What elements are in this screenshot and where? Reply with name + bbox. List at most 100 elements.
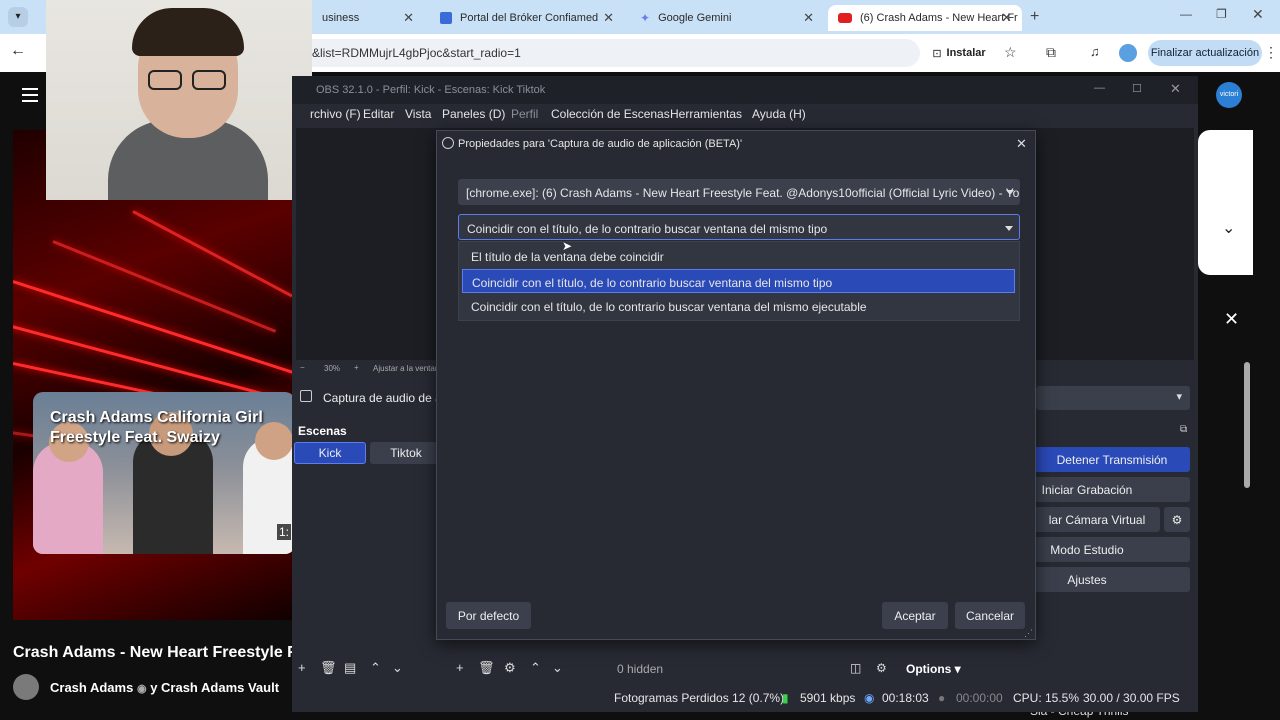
video-title: Crash Adams - New Heart Freestyle F bbox=[13, 644, 293, 661]
menu-coleccion[interactable]: Colección de Escenas bbox=[551, 107, 670, 121]
mouse-cursor-icon: ➤ bbox=[562, 239, 573, 253]
trash-icon[interactable]: 🗑 bbox=[320, 660, 337, 676]
tab-business[interactable]: usiness ✕ bbox=[312, 5, 424, 31]
stop-stream-button[interactable]: Detener Transmisión bbox=[1034, 447, 1190, 472]
new-tab-button[interactable]: + bbox=[1030, 8, 1039, 26]
close-icon[interactable]: ✕ bbox=[603, 10, 614, 26]
scenes-toolbar: + 🗑 ▤ ⌃ ⌄ bbox=[296, 660, 441, 680]
close-icon[interactable]: ✕ bbox=[403, 10, 414, 26]
move-down-icon[interactable]: ⌄ bbox=[392, 660, 403, 676]
channel-name[interactable]: Crash Adams ◉ y Crash Adams Vault bbox=[50, 680, 279, 695]
channel-avatar[interactable] bbox=[13, 674, 39, 700]
menu-vista[interactable]: Vista bbox=[405, 107, 431, 121]
back-icon[interactable]: ← bbox=[10, 42, 26, 60]
close-icon[interactable]: ✕ bbox=[1170, 81, 1181, 97]
move-up-icon[interactable]: ⌃ bbox=[530, 660, 541, 676]
menu-dots-icon[interactable]: ⋮ bbox=[1264, 44, 1278, 61]
option-match-same-type[interactable]: Coincidir con el título, de lo contrario… bbox=[462, 269, 1015, 293]
defaults-button[interactable]: Por defecto bbox=[446, 602, 531, 629]
update-button[interactable]: Finalizar actualización bbox=[1148, 40, 1262, 66]
minimize-icon[interactable]: — bbox=[1180, 7, 1192, 21]
menu-herramientas[interactable]: Herramientas bbox=[670, 107, 742, 121]
side-panel-card bbox=[1198, 130, 1253, 275]
dialog-title: Propiedades para 'Captura de audio de ap… bbox=[436, 130, 1036, 158]
accept-button[interactable]: Aceptar bbox=[882, 602, 948, 629]
trash-icon[interactable]: 🗑 bbox=[478, 660, 495, 676]
menu-perfil[interactable]: Perfil bbox=[511, 107, 538, 121]
thumbnail-duration: 1: bbox=[277, 524, 292, 540]
option-title-must-match[interactable]: El título de la ventana debe coincidir bbox=[462, 244, 1015, 268]
hamburger-menu-icon[interactable] bbox=[22, 88, 38, 102]
dropped-frames: Fotogramas Perdidos 12 (0.7%) bbox=[614, 691, 785, 705]
virtual-camera-button[interactable]: lar Cámara Virtual bbox=[1034, 507, 1160, 532]
match-priority-select[interactable]: Coincidir con el título, de lo contrario… bbox=[458, 214, 1020, 240]
settings-icon[interactable]: ⚙ bbox=[504, 660, 516, 676]
dialog-close-icon[interactable]: ✕ bbox=[1016, 136, 1027, 152]
scene-tiktok[interactable]: Tiktok bbox=[370, 442, 442, 464]
menu-editar[interactable]: Editar bbox=[363, 107, 394, 121]
tab-youtube[interactable]: (6) Crash Adams - New Heart Fr ✕ bbox=[828, 5, 1022, 31]
hidden-count: 0 hidden bbox=[617, 662, 664, 676]
mixer-settings-icon[interactable]: ⚙ bbox=[876, 661, 887, 675]
source-toolbar: Captura de audio de a bbox=[296, 386, 442, 410]
webcam-overlay bbox=[46, 0, 312, 200]
chevron-down-icon bbox=[1005, 226, 1013, 231]
float-dock-icon[interactable]: ⧉ bbox=[1180, 424, 1187, 435]
tab-search-button[interactable]: ▾ bbox=[8, 7, 28, 27]
move-down-icon[interactable]: ⌄ bbox=[552, 660, 563, 676]
side-panel-close-icon[interactable]: ✕ bbox=[1224, 309, 1239, 330]
properties-dialog bbox=[436, 130, 1036, 640]
window-select[interactable]: [chrome.exe]: (6) Crash Adams - New Hear… bbox=[458, 179, 1020, 205]
tab-confiamed[interactable]: Portal del Bróker Confiamed ✕ bbox=[430, 5, 624, 31]
site-icon bbox=[440, 12, 452, 24]
window-close-icon[interactable]: ✕ bbox=[1252, 6, 1264, 23]
option-match-same-executable[interactable]: Coincidir con el título, de lo contrario… bbox=[462, 294, 1015, 318]
address-bar[interactable]: &list=RDMMujrL4gbPjoc&start_radio=1 bbox=[300, 39, 920, 67]
scrollbar[interactable] bbox=[1244, 362, 1250, 488]
scenes-dock-header: Escenas bbox=[298, 424, 347, 438]
close-icon[interactable]: ✕ bbox=[1001, 10, 1012, 26]
zoom-out-button[interactable]: − bbox=[300, 363, 305, 372]
minimize-icon[interactable]: — bbox=[1094, 82, 1105, 94]
maximize-icon[interactable]: ☐ bbox=[1132, 82, 1142, 95]
record-icon: ● bbox=[938, 691, 946, 705]
account-avatar[interactable]: victori bbox=[1216, 82, 1242, 108]
move-up-icon[interactable]: ⌃ bbox=[370, 660, 381, 676]
menu-archivo[interactable]: rchivo (F) bbox=[310, 107, 361, 121]
virtual-camera-settings-icon[interactable]: ⚙ bbox=[1164, 507, 1190, 532]
zoom-in-button[interactable]: + bbox=[354, 363, 359, 372]
menu-ayuda[interactable]: Ayuda (H) bbox=[752, 107, 806, 121]
verified-icon: ◉ bbox=[136, 683, 147, 695]
media-control-icon[interactable]: ♫ bbox=[1090, 44, 1100, 59]
fps: 30.00 / 30.00 FPS bbox=[1083, 691, 1180, 705]
extensions-icon[interactable]: ⧉ bbox=[1046, 44, 1056, 61]
youtube-icon bbox=[838, 13, 852, 23]
tab-gemini[interactable]: ✦ Google Gemini ✕ bbox=[630, 5, 824, 31]
stream-time: 00:18:03 bbox=[882, 691, 929, 705]
stream-icon: ◉ bbox=[864, 691, 875, 705]
chevron-down-icon bbox=[1006, 190, 1014, 195]
filter-icon[interactable]: ▤ bbox=[344, 660, 356, 676]
mixer-layout-icon[interactable]: ◫ bbox=[850, 661, 861, 675]
scene-kick[interactable]: Kick bbox=[294, 442, 366, 464]
resize-grip-icon[interactable]: ⋰ bbox=[1024, 628, 1033, 639]
chevron-down-icon[interactable]: ⌄ bbox=[1222, 218, 1235, 238]
restore-icon[interactable]: ❐ bbox=[1216, 7, 1227, 21]
transitions-dropdown[interactable]: ▾ bbox=[1036, 386, 1190, 410]
obs-logo-icon bbox=[442, 137, 454, 149]
install-button[interactable]: ⊡ Instalar bbox=[926, 40, 992, 66]
add-icon[interactable]: + bbox=[456, 660, 464, 675]
bookmark-star-icon[interactable]: ☆ bbox=[1004, 44, 1017, 61]
add-icon[interactable]: + bbox=[298, 660, 306, 675]
sources-toolbar: + 🗑 ⚙ ⌃ ⌄ bbox=[452, 660, 602, 680]
audio-capture-icon bbox=[300, 390, 312, 402]
profile-icon[interactable] bbox=[1119, 44, 1137, 62]
cpu-usage: CPU: 15.5% bbox=[1013, 691, 1080, 705]
thumbnail-title: Crash Adams California Girl Freestyle Fe… bbox=[50, 409, 263, 446]
close-icon[interactable]: ✕ bbox=[803, 10, 814, 26]
obs-titlebar: OBS 32.1.0 - Perfil: Kick - Escenas: Kic… bbox=[292, 76, 1198, 104]
signal-icon: ▮ bbox=[782, 691, 789, 705]
options-menu[interactable]: Options ▾ bbox=[906, 662, 961, 676]
menu-paneles[interactable]: Paneles (D) bbox=[442, 107, 505, 121]
cancel-button[interactable]: Cancelar bbox=[955, 602, 1025, 629]
